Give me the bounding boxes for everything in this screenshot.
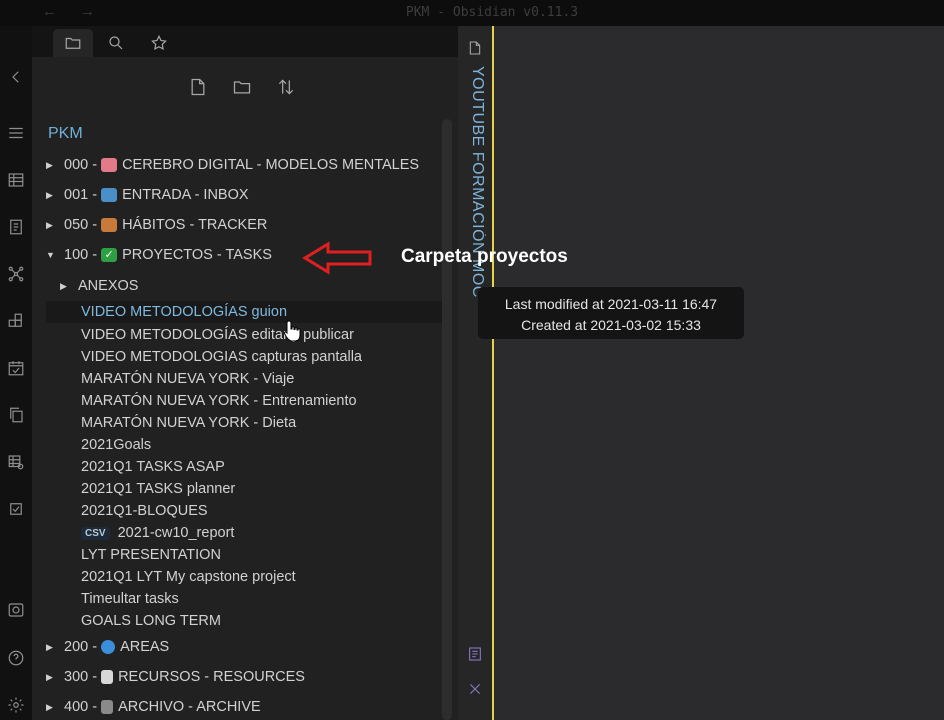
caret-right-icon: ▶ <box>46 671 53 682</box>
csv-badge: CSV <box>81 526 110 540</box>
menu-icon[interactable] <box>0 120 32 146</box>
table-icon[interactable] <box>0 167 32 193</box>
folder-habitos-tracker[interactable]: ▶ 050 - HÁBITOS - TRACKER <box>46 214 442 236</box>
document-icon <box>101 670 114 684</box>
file-info-tooltip: Last modified at 2021-03-11 16:47 Create… <box>478 287 744 339</box>
check-mark-icon: ✓ <box>101 248 118 262</box>
search-icon <box>109 36 123 50</box>
file-item[interactable]: 2021Q1 LYT My capstone project <box>46 566 442 588</box>
file-item[interactable]: Timeultar tasks <box>46 588 442 610</box>
editor-pane[interactable] <box>494 26 944 720</box>
calendar-check-icon[interactable] <box>0 355 32 381</box>
explorer-scrollbar[interactable] <box>442 119 452 720</box>
file-item[interactable]: 2021Q1 TASKS planner <box>46 478 442 500</box>
folder-entrada-inbox[interactable]: ▶ 001 - ENTRADA - INBOX <box>46 184 442 206</box>
title-bar: ← → PKM - Obsidian v0.11.3 <box>0 0 944 26</box>
red-arrow-icon <box>302 241 372 275</box>
file-item[interactable]: GOALS LONG TERM <box>46 610 442 632</box>
pane-title[interactable]: YOUTUBE FORMACIÓN MOC <box>464 66 486 316</box>
file-item[interactable]: VIDEO METODOLOGÍAS editar y publicar <box>46 324 442 346</box>
folder-icon <box>65 37 81 49</box>
file-icon[interactable] <box>458 37 492 59</box>
vault-name: PKM <box>48 125 83 142</box>
tab-file-explorer[interactable] <box>53 29 93 57</box>
new-folder-button[interactable] <box>230 75 254 99</box>
hand-cursor-icon <box>283 320 301 342</box>
inbox-tray-icon <box>101 188 118 202</box>
folder-archivo-archive[interactable]: ▶ 400 - ARCHIVO - ARCHIVE <box>46 696 442 718</box>
globe-icon <box>101 640 116 654</box>
caret-down-icon: ▼ <box>46 250 55 260</box>
file-item[interactable]: 2021Goals <box>46 434 442 456</box>
vault-icon[interactable] <box>0 597 32 623</box>
folder-cerebro-digital[interactable]: ▶ 000 - CEREBRO DIGITAL - MODELOS MENTAL… <box>46 154 442 176</box>
book-icon[interactable] <box>0 214 32 240</box>
tab-search[interactable] <box>96 29 136 57</box>
folder-anexos[interactable]: ▶ ANEXOS <box>46 275 442 297</box>
file-item[interactable]: 2021Q1 TASKS ASAP <box>46 456 442 478</box>
file-item[interactable]: MARATÓN NUEVA YORK - Dieta <box>46 412 442 434</box>
blocks-icon[interactable] <box>0 308 32 334</box>
annotation-label: Carpeta proyectos <box>401 246 568 267</box>
file-item[interactable]: LYT PRESENTATION <box>46 544 442 566</box>
table-settings-icon[interactable] <box>0 449 32 475</box>
caret-right-icon: ▶ <box>46 701 53 712</box>
file-item[interactable]: 2021Q1-BLOQUES <box>46 500 442 522</box>
close-icon[interactable] <box>458 678 492 700</box>
help-icon[interactable] <box>0 645 32 671</box>
outline-icon[interactable] <box>458 643 492 665</box>
file-item[interactable]: MARATÓN NUEVA YORK - Viaje <box>46 368 442 390</box>
folder-areas[interactable]: ▶ 200 - AREAS <box>46 636 442 658</box>
sidebar-tab-bar <box>32 26 458 57</box>
tab-starred[interactable] <box>139 29 179 57</box>
caret-right-icon: ▶ <box>46 219 53 230</box>
settings-icon[interactable] <box>0 692 32 718</box>
caret-right-icon: ▶ <box>46 189 53 200</box>
checkbox-icon[interactable] <box>0 496 32 522</box>
caret-right-icon: ▶ <box>46 641 53 652</box>
caret-right-icon: ▶ <box>46 159 53 170</box>
file-item[interactable]: CSV 2021-cw10_report <box>46 522 442 544</box>
sort-icon <box>278 79 294 95</box>
file-item[interactable]: VIDEO METODOLOGÍAS guion <box>46 301 442 323</box>
tooltip-modified: Last modified at 2021-03-11 16:47 <box>504 296 718 312</box>
file-explorer: PKM ▶ 000 - CEREBRO DIGITAL - MODELOS ME… <box>32 57 458 720</box>
file-item[interactable]: VIDEO METODOLOGIAS capturas pantalla <box>46 346 442 368</box>
sort-button[interactable] <box>274 75 298 99</box>
new-note-button[interactable] <box>186 75 210 99</box>
folder-proyectos-tasks[interactable]: ▼ 100 - ✓ PROYECTOS - TASKS <box>46 244 442 266</box>
basket-icon <box>101 218 118 232</box>
graph-icon[interactable] <box>0 261 32 287</box>
star-icon <box>151 34 167 51</box>
new-note-icon <box>191 78 205 96</box>
brain-icon <box>101 158 118 172</box>
folder-recursos-resources[interactable]: ▶ 300 - RECURSOS - RESOURCES <box>46 666 442 688</box>
copy-icon[interactable] <box>0 402 32 428</box>
chevron-left-icon[interactable] <box>0 64 32 90</box>
caret-right-icon: ▶ <box>60 280 67 291</box>
window-title: PKM - Obsidian v0.11.3 <box>405 5 579 20</box>
new-folder-icon <box>233 81 251 94</box>
file-item[interactable]: MARATÓN NUEVA YORK - Entrenamiento <box>46 390 442 412</box>
trash-icon <box>101 700 114 714</box>
tooltip-created: Created at 2021-03-02 15:33 <box>521 317 701 333</box>
